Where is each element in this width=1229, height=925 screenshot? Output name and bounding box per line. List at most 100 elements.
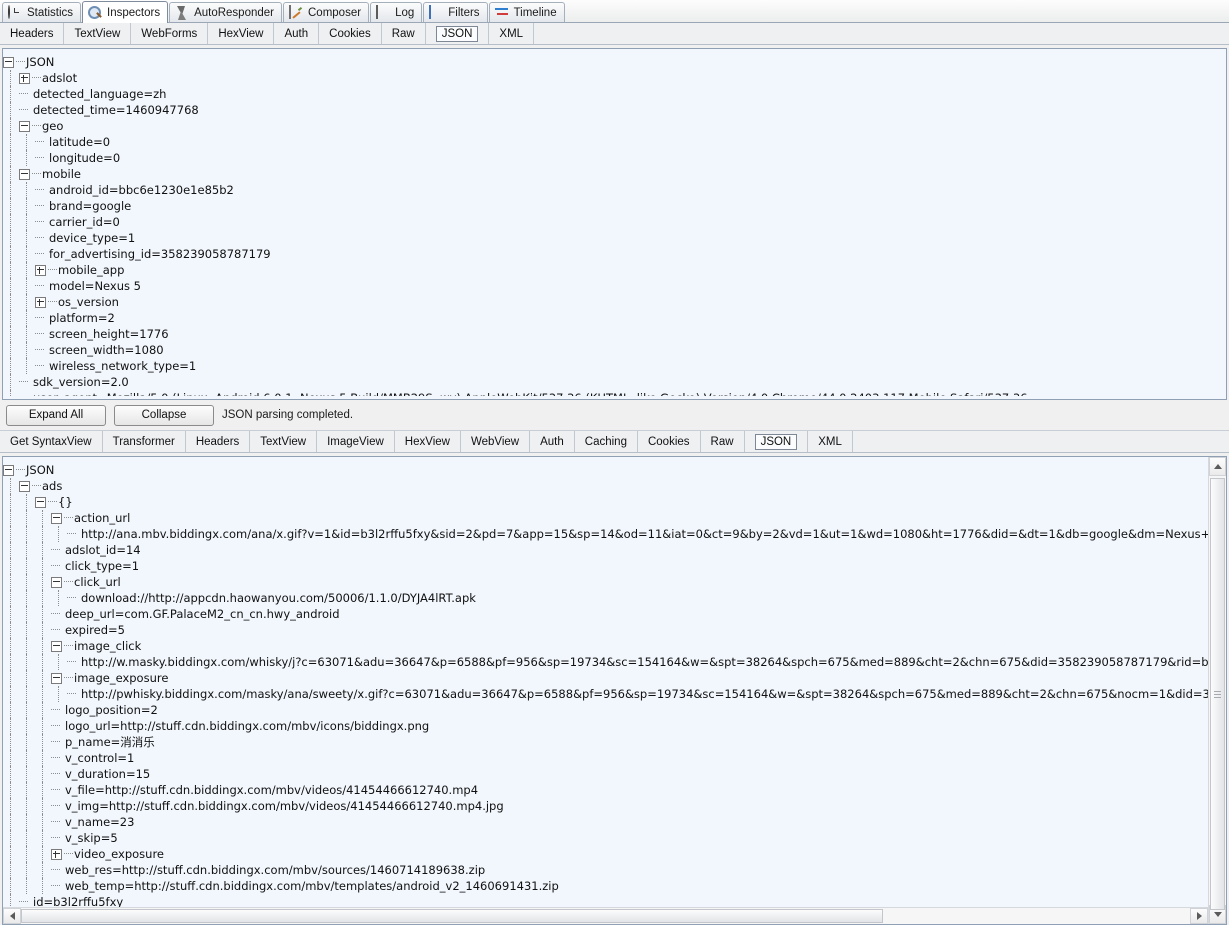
tree-row[interactable]: http://pwhisky.biddingx.com/masky/ana/sw…: [3, 686, 1208, 702]
response-tab-headers[interactable]: Headers: [186, 431, 251, 452]
tree-row[interactable]: geo: [3, 118, 1226, 134]
collapse-node-icon[interactable]: [19, 480, 30, 492]
tree-row[interactable]: latitude=0: [3, 134, 1226, 150]
tree-row[interactable]: logo_position=2: [3, 702, 1208, 718]
collapse-node-icon[interactable]: [51, 640, 62, 652]
collapse-button[interactable]: Collapse: [114, 404, 214, 426]
response-horizontal-scrollbar[interactable]: [3, 907, 1208, 924]
response-tab-raw[interactable]: Raw: [701, 431, 745, 452]
collapse-node-icon[interactable]: [51, 672, 62, 684]
tree-row[interactable]: v_name=23: [3, 814, 1208, 830]
horizontal-scroll-thumb[interactable]: [21, 909, 883, 923]
tree-row[interactable]: id=b3l2rffu5fxy: [3, 894, 1208, 907]
response-tab-hexview[interactable]: HexView: [395, 431, 461, 452]
tree-row[interactable]: brand=google: [3, 198, 1226, 214]
tree-row[interactable]: v_control=1: [3, 750, 1208, 766]
tree-row[interactable]: click_type=1: [3, 558, 1208, 574]
tree-row[interactable]: carrier_id=0: [3, 214, 1226, 230]
request-tab-hexview[interactable]: HexView: [208, 23, 275, 44]
main-tab-inspectors[interactable]: Inspectors: [82, 1, 169, 23]
tree-row[interactable]: mobile: [3, 166, 1226, 182]
scroll-up-icon[interactable]: [1209, 457, 1226, 476]
main-tab-log[interactable]: Log: [370, 2, 423, 22]
collapse-node-icon[interactable]: [3, 464, 14, 476]
request-tab-cookies[interactable]: Cookies: [319, 23, 382, 44]
scroll-left-icon[interactable]: [3, 908, 21, 924]
tree-row[interactable]: screen_width=1080: [3, 342, 1226, 358]
request-json-tree[interactable]: JSON adslot detected_language=zh detected_t…: [3, 49, 1226, 396]
collapse-node-icon[interactable]: [19, 120, 30, 132]
expand-node-icon[interactable]: [19, 72, 30, 84]
tree-row[interactable]: web_res=http://stuff.cdn.biddingx.com/mb…: [3, 862, 1208, 878]
request-tab-webforms[interactable]: WebForms: [131, 23, 209, 44]
response-tab-transformer[interactable]: Transformer: [103, 431, 186, 452]
response-tab-textview[interactable]: TextView: [250, 431, 318, 452]
tree-row[interactable]: mobile_app: [3, 262, 1226, 278]
main-tab-composer[interactable]: Composer: [283, 2, 370, 22]
response-tab-caching[interactable]: Caching: [575, 431, 638, 452]
collapse-node-icon[interactable]: [19, 168, 30, 180]
tree-row[interactable]: http://w.masky.biddingx.com/whisky/j?c=6…: [3, 654, 1208, 670]
request-tab-textview[interactable]: TextView: [64, 23, 132, 44]
tree-row[interactable]: click_url: [3, 574, 1208, 590]
tree-row[interactable]: detected_time=1460947768: [3, 102, 1226, 118]
request-tab-json[interactable]: JSON: [426, 23, 490, 44]
tree-row[interactable]: {}: [3, 494, 1208, 510]
tree-row[interactable]: detected_language=zh: [3, 86, 1226, 102]
tree-row[interactable]: adslot_id=14: [3, 542, 1208, 558]
tree-row[interactable]: screen_height=1776: [3, 326, 1226, 342]
tree-row[interactable]: http://ana.mbv.biddingx.com/ana/x.gif?v=…: [3, 526, 1208, 542]
horizontal-scroll-track[interactable]: [21, 908, 1190, 924]
tree-row[interactable]: expired=5: [3, 622, 1208, 638]
expand-node-icon[interactable]: [35, 264, 46, 276]
main-tab-statistics[interactable]: Statistics: [2, 2, 82, 22]
tree-row[interactable]: v_duration=15: [3, 766, 1208, 782]
collapse-node-icon[interactable]: [35, 496, 46, 508]
tree-row[interactable]: platform=2: [3, 310, 1226, 326]
request-tab-raw[interactable]: Raw: [382, 23, 426, 44]
tree-row[interactable]: longitude=0: [3, 150, 1226, 166]
tree-row[interactable]: JSON: [3, 54, 1226, 70]
tree-row[interactable]: image_click: [3, 638, 1208, 654]
main-tab-autoresponder[interactable]: AutoResponder: [169, 2, 282, 22]
request-tab-xml[interactable]: XML: [489, 23, 535, 44]
scroll-right-icon[interactable]: [1190, 908, 1208, 924]
tree-row[interactable]: sdk_version=2.0: [3, 374, 1226, 390]
response-tab-webview[interactable]: WebView: [461, 431, 531, 452]
response-tab-auth[interactable]: Auth: [530, 431, 575, 452]
response-tab-xml[interactable]: XML: [808, 431, 853, 452]
tree-row[interactable]: video_exposure: [3, 846, 1208, 862]
response-tab-cookies[interactable]: Cookies: [638, 431, 701, 452]
tree-row[interactable]: v_file=http://stuff.cdn.biddingx.com/mbv…: [3, 782, 1208, 798]
vertical-scroll-thumb[interactable]: [1210, 478, 1225, 910]
tree-row[interactable]: image_exposure: [3, 670, 1208, 686]
tree-row[interactable]: download://http://appcdn.haowanyou.com/5…: [3, 590, 1208, 606]
collapse-node-icon[interactable]: [51, 576, 62, 588]
main-tab-filters[interactable]: Filters: [423, 2, 488, 22]
response-vertical-scrollbar[interactable]: [1208, 457, 1226, 924]
response-tab-get-syntaxview[interactable]: Get SyntaxView: [0, 431, 103, 452]
collapse-node-icon[interactable]: [3, 56, 14, 68]
expand-node-icon[interactable]: [51, 848, 62, 860]
tree-row[interactable]: p_name=消消乐: [3, 734, 1208, 750]
tree-row[interactable]: v_img=http://stuff.cdn.biddingx.com/mbv/…: [3, 798, 1208, 814]
tree-row[interactable]: ads: [3, 478, 1208, 494]
tree-row[interactable]: deep_url=com.GF.PalaceM2_cn_cn.hwy_andro…: [3, 606, 1208, 622]
request-tab-auth[interactable]: Auth: [274, 23, 320, 44]
tree-row[interactable]: adslot: [3, 70, 1226, 86]
response-json-tree[interactable]: JSON ads {} action_url http://ana.mbv.biddin…: [3, 457, 1208, 907]
tree-row[interactable]: wireless_network_type=1: [3, 358, 1226, 374]
tree-row[interactable]: android_id=bbc6e1230e1e85b2: [3, 182, 1226, 198]
vertical-scroll-track[interactable]: [1209, 476, 1226, 910]
request-tab-headers[interactable]: Headers: [0, 23, 65, 44]
expand-node-icon[interactable]: [35, 296, 46, 308]
tree-row[interactable]: device_type=1: [3, 230, 1226, 246]
tree-row[interactable]: web_temp=http://stuff.cdn.biddingx.com/m…: [3, 878, 1208, 894]
tree-row[interactable]: model=Nexus 5: [3, 278, 1226, 294]
response-tab-json[interactable]: JSON: [745, 431, 809, 452]
tree-row[interactable]: v_skip=5: [3, 830, 1208, 846]
collapse-node-icon[interactable]: [51, 512, 62, 524]
main-tab-timeline[interactable]: Timeline: [488, 2, 565, 22]
tree-row[interactable]: user_agent=Mozilla/5.0 (Linux; Android 6…: [3, 390, 1226, 396]
tree-row[interactable]: os_version: [3, 294, 1226, 310]
